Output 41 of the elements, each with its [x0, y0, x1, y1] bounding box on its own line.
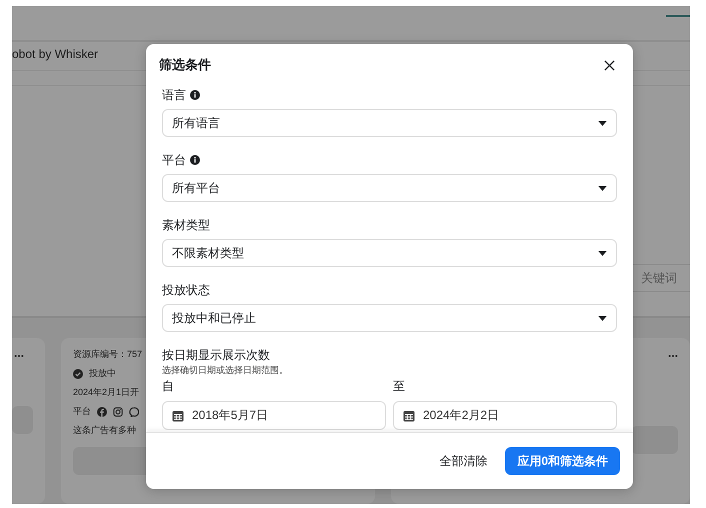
check-circle-icon — [73, 368, 83, 378]
instagram-icon — [113, 406, 123, 416]
facebook-icon — [97, 406, 107, 416]
status-text: 投放中 — [89, 367, 116, 380]
advertiser-name: obot by Whisker — [12, 47, 98, 61]
caret-icon — [598, 316, 607, 320]
dialog-title: 筛选条件 — [159, 56, 211, 74]
calendar-icon — [403, 410, 415, 422]
caret-icon — [598, 250, 607, 256]
platform-label: 平台 — [73, 405, 91, 418]
card-button[interactable] — [631, 426, 678, 454]
calendar-icon — [172, 410, 184, 422]
hint-text: 选择确切日期或选择日期范围。 — [162, 364, 289, 376]
caret-icon — [598, 120, 607, 126]
apply-filters-button[interactable]: 应用0和筛选条件 — [505, 447, 620, 475]
more-icon[interactable] — [668, 354, 678, 358]
dropdown[interactable]: 所有语言 — [162, 109, 617, 137]
clear-all-button[interactable]: 全部清除 — [439, 452, 488, 470]
messenger-icon — [129, 406, 139, 416]
to-label: 至 — [393, 378, 406, 395]
field-label: 平台 — [162, 152, 186, 169]
section-title: 按日期显示展示次数 — [162, 347, 271, 364]
dropdown[interactable]: 所有平台 — [162, 174, 617, 202]
info-icon[interactable] — [190, 90, 200, 100]
keyword-field[interactable]: 关键词 — [632, 264, 690, 292]
caret-icon — [598, 186, 607, 190]
start-date: 2024年2月1日开 — [73, 386, 140, 399]
field-label: 语言 — [162, 87, 186, 104]
library-id: 资源库编号：757 — [73, 348, 142, 361]
dropdown[interactable]: 不限素材类型 — [162, 239, 617, 267]
field-label: 素材类型 — [162, 217, 210, 234]
more-icon[interactable] — [14, 354, 24, 358]
ad-note: 这条广告有多种 — [73, 424, 136, 437]
field-label: 投放状态 — [162, 282, 210, 299]
close-icon[interactable] — [604, 60, 615, 70]
from-label: 自 — [162, 378, 175, 395]
dropdown[interactable]: 投放中和已停止 — [162, 304, 617, 332]
tab-indicator — [666, 15, 690, 17]
info-icon[interactable] — [190, 155, 200, 165]
date-field[interactable]: 2024年2月2日 — [393, 401, 617, 430]
date-field[interactable]: 2018年5月7日 — [162, 401, 386, 430]
